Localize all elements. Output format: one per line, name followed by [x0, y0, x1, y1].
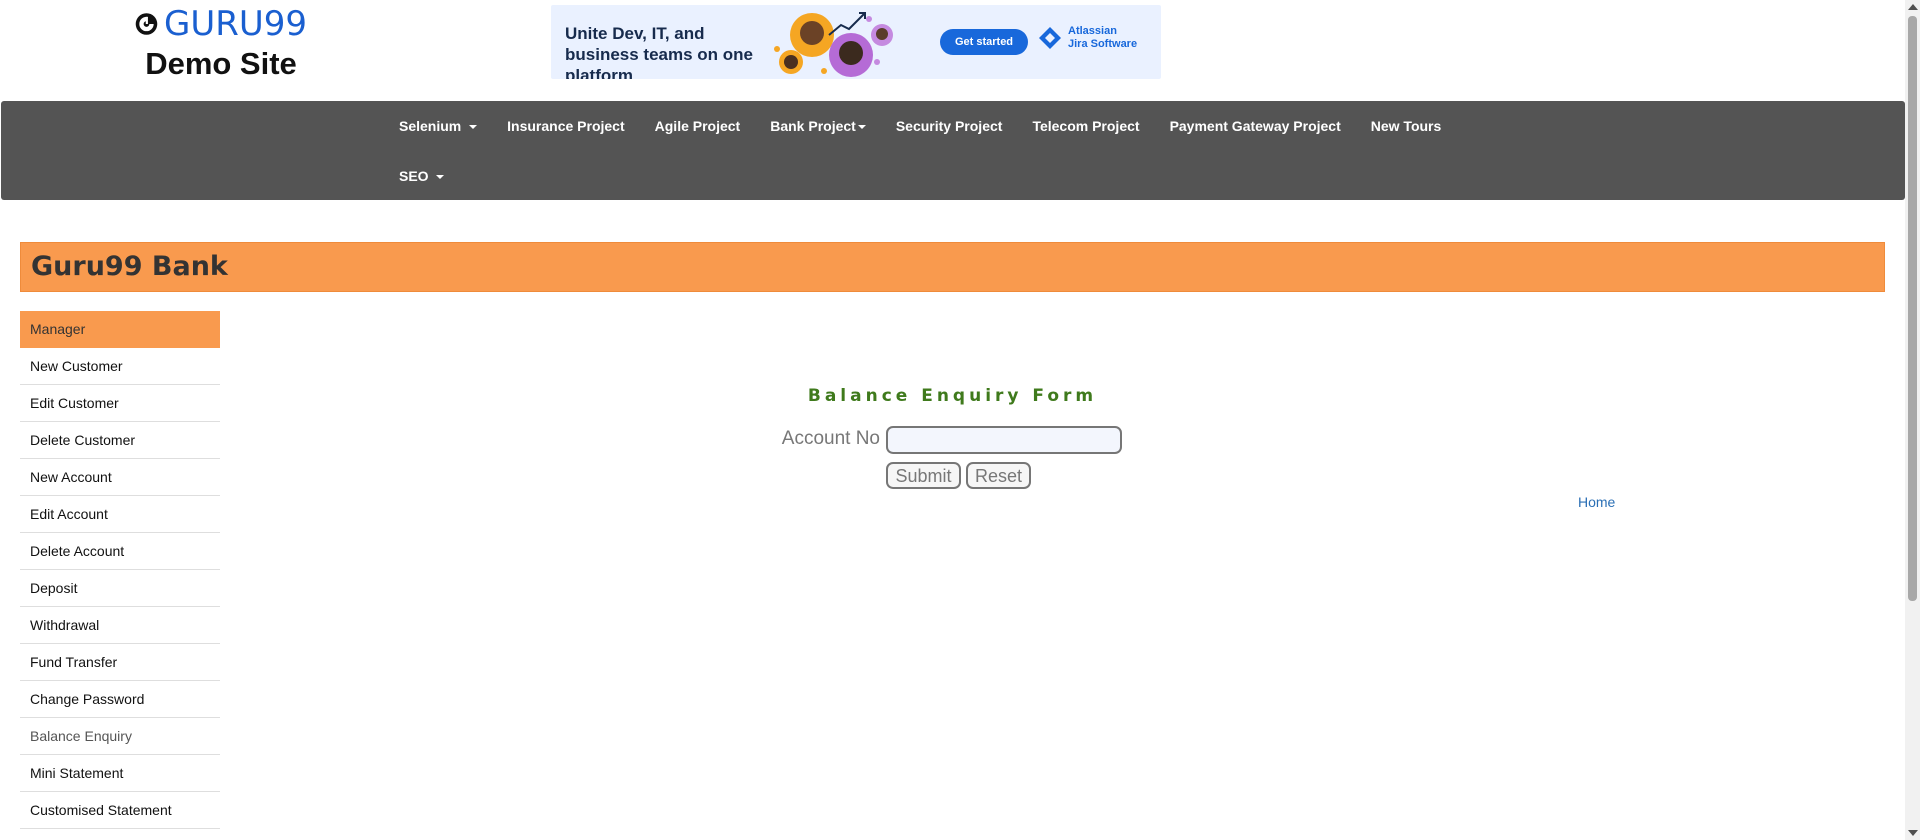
nav-item-insurance-project[interactable]: Insurance Project — [492, 101, 640, 151]
nav-item-agile-project[interactable]: Agile Project — [640, 101, 756, 151]
sidebar-item-deposit[interactable]: Deposit — [20, 570, 220, 607]
sidebar-item-fund-transfer[interactable]: Fund Transfer — [20, 644, 220, 681]
submit-button[interactable]: Submit — [886, 462, 961, 489]
sidebar-item-new-customer[interactable]: New Customer — [20, 348, 220, 385]
scroll-down-arrow-icon[interactable] — [1908, 830, 1918, 836]
sidebar-item-withdrawal[interactable]: Withdrawal — [20, 607, 220, 644]
bank-header: Guru99 Bank — [20, 242, 1885, 292]
sidebar-item-manager[interactable]: Manager — [20, 311, 220, 348]
site-logo[interactable]: GURU99 Demo Site — [135, 4, 307, 82]
sidebar-item-customised-statement[interactable]: Customised Statement — [20, 792, 220, 829]
scroll-up-arrow-icon[interactable] — [1908, 4, 1918, 10]
nav-item-payment-gateway-project[interactable]: Payment Gateway Project — [1155, 101, 1356, 151]
ad-headline: Unite Dev, IT, and business teams on one… — [565, 24, 753, 79]
sidebar-item-balance-enquiry[interactable]: Balance Enquiry — [20, 718, 220, 755]
nav-item-seo[interactable]: SEO — [384, 151, 459, 201]
logo-subtitle: Demo Site — [145, 46, 297, 81]
bank-title: Guru99 Bank — [31, 251, 228, 282]
account-no-input[interactable] — [886, 426, 1122, 454]
jira-logo-icon — [1039, 27, 1061, 49]
ad-get-started-button[interactable]: Get started — [940, 29, 1028, 55]
reset-button[interactable]: Reset — [966, 462, 1031, 489]
sidebar-item-edit-customer[interactable]: Edit Customer — [20, 385, 220, 422]
sidebar-item-edit-account[interactable]: Edit Account — [20, 496, 220, 533]
ad-banner[interactable]: Unite Dev, IT, and business teams on one… — [551, 5, 1161, 79]
nav-item-security-project[interactable]: Security Project — [881, 101, 1018, 151]
main-navbar: Selenium Insurance Project Agile Project… — [1, 101, 1905, 200]
sidebar-item-new-account[interactable]: New Account — [20, 459, 220, 496]
nav-item-selenium[interactable]: Selenium — [384, 101, 492, 151]
caret-down-icon — [469, 125, 478, 130]
form-title: Balance Enquiry Form — [807, 386, 1098, 406]
nav-item-bank-project[interactable]: Bank Project — [755, 101, 881, 151]
logo-brand-text: GURU99 — [163, 4, 307, 44]
guru99-logo-icon — [135, 13, 158, 35]
sidebar-menu: Manager New Customer Edit Customer Delet… — [20, 311, 220, 829]
page-scrollbar[interactable] — [1905, 0, 1920, 840]
account-no-label: Account No — [781, 428, 880, 449]
ad-brand[interactable]: Atlassian Jira Software — [1038, 25, 1137, 51]
nav-item-new-tours[interactable]: New Tours — [1356, 101, 1457, 151]
scrollbar-thumb[interactable] — [1908, 16, 1917, 601]
navbar-row: Selenium Insurance Project Agile Project… — [384, 101, 1456, 151]
caret-down-icon — [857, 125, 866, 130]
home-link[interactable]: Home — [1578, 494, 1615, 510]
nav-item-telecom-project[interactable]: Telecom Project — [1017, 101, 1154, 151]
navbar-row: SEO — [384, 151, 459, 201]
ad-brand-line1: Atlassian — [1068, 25, 1117, 37]
sidebar-item-change-password[interactable]: Change Password — [20, 681, 220, 718]
caret-down-icon — [436, 175, 445, 180]
sidebar-item-delete-customer[interactable]: Delete Customer — [20, 422, 220, 459]
sidebar-item-mini-statement[interactable]: Mini Statement — [20, 755, 220, 792]
ad-brand-line2: Jira Software — [1068, 38, 1138, 50]
sidebar-item-delete-account[interactable]: Delete Account — [20, 533, 220, 570]
